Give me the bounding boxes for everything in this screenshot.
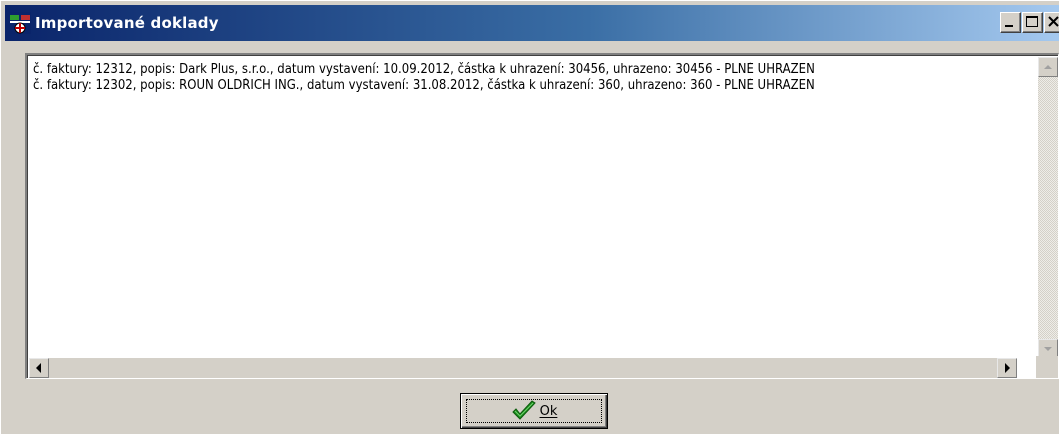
scrollbar-corner <box>1036 356 1058 378</box>
list-item[interactable]: č. faktury: 12302, popis: ROUN OLDŘICH I… <box>33 78 1034 94</box>
minimize-button[interactable] <box>1000 12 1021 33</box>
scroll-right-button[interactable] <box>997 358 1017 378</box>
arrow-up-icon <box>1044 65 1052 69</box>
title-bar[interactable]: Importované doklady <box>5 5 1059 41</box>
ok-button[interactable]: Ok <box>460 393 608 429</box>
arrow-right-icon <box>1005 363 1010 373</box>
minimize-icon <box>1005 25 1013 27</box>
vertical-scrollbar[interactable] <box>1038 57 1058 359</box>
horizontal-scrollbar[interactable] <box>29 358 1017 378</box>
dialog-window: Importované doklady č. faktury: 12312, p… <box>0 0 1059 434</box>
scroll-up-button[interactable] <box>1038 57 1058 77</box>
arrow-left-icon <box>36 363 41 373</box>
list-items: č. faktury: 12312, popis: Dark Plus, s.r… <box>33 62 1034 94</box>
window-title: Importované doklady <box>35 14 219 32</box>
maximize-button[interactable] <box>1022 12 1043 33</box>
imported-documents-list[interactable]: č. faktury: 12312, popis: Dark Plus, s.r… <box>25 53 1059 379</box>
close-button[interactable] <box>1044 12 1059 33</box>
caption-buttons <box>999 12 1059 33</box>
scroll-left-button[interactable] <box>29 358 49 378</box>
list-item[interactable]: č. faktury: 12312, popis: Dark Plus, s.r… <box>33 62 1034 78</box>
close-icon <box>1048 16 1059 27</box>
maximize-icon <box>1026 16 1038 27</box>
checkmark-icon <box>511 400 536 420</box>
app-icon <box>9 12 31 34</box>
ok-button-label: Ok <box>539 403 558 419</box>
